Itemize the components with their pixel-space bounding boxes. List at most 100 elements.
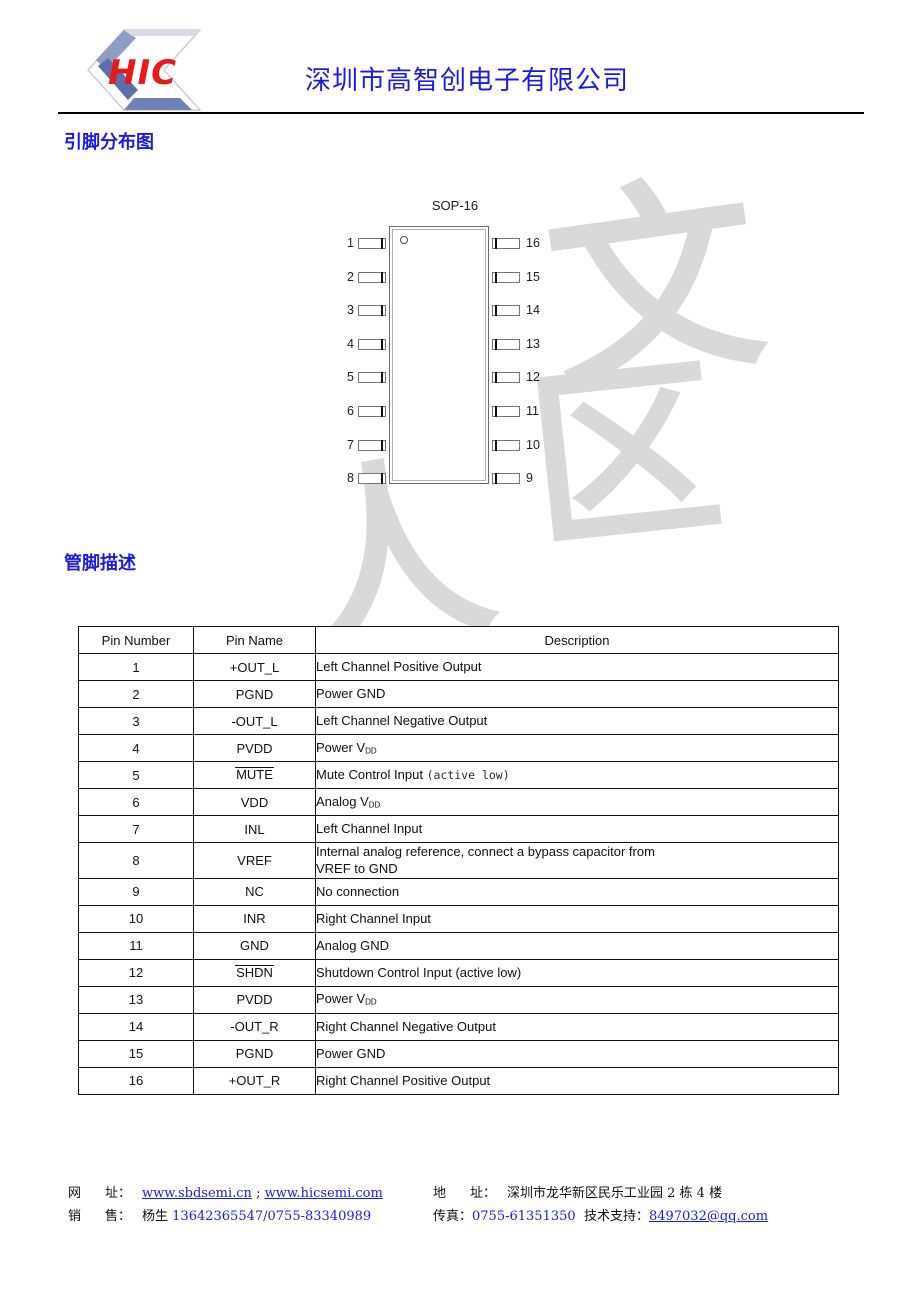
table-row: 5 MUTE Mute Control Input (active low) (78, 761, 839, 789)
website-link-sbdsemi[interactable]: www.sbdsemi.cn (142, 1186, 252, 1201)
table-row: 10 INR Right Channel Input (78, 904, 839, 933)
active-low-overline: MUTE (235, 767, 274, 783)
cell-pin-name: INR (193, 904, 316, 933)
header-divider (58, 112, 864, 114)
page-header: HIC 深圳市高智创电子有限公司 (0, 0, 920, 118)
cell-pin-name: PGND (193, 680, 316, 708)
cell-description: Left Channel Input (315, 815, 839, 843)
cell-pin-name: PVDD (193, 734, 316, 762)
pin-number-label: 6 (347, 404, 354, 418)
cell-description: Right Channel Negative Output (315, 1012, 839, 1041)
company-logo: HIC (84, 26, 206, 114)
website-separator: ; (251, 1186, 265, 1201)
package-lead-left (358, 338, 386, 350)
cell-pin-number: 4 (78, 734, 194, 762)
pin-number-label: 2 (347, 269, 354, 284)
footer-address-value: 深圳市龙华新区民乐工业园 2 栋 4 楼 (507, 1186, 723, 1201)
table-row: 13 PVDD Power Vdd (78, 985, 839, 1014)
cell-pin-number: 2 (78, 680, 194, 708)
table-row: 9 NC No connection (78, 877, 839, 906)
pin-number-label: 11 (526, 404, 539, 418)
cell-description: Shutdown Control Input (active low) (315, 958, 839, 987)
table-row: 16 +OUT_R Right Channel Positive Output (78, 1066, 839, 1095)
pin-number-label: 16 (526, 236, 540, 250)
company-name: 深圳市高智创电子有限公司 (305, 66, 630, 96)
cell-pin-name: -OUT_L (193, 707, 316, 735)
package-lead-right (492, 271, 520, 283)
table-row: 12 SHDN Shutdown Control Input (active low… (78, 958, 839, 987)
package-lead-right (492, 305, 520, 317)
package-lead-left (358, 271, 386, 283)
column-header-pin-name: Pin Name (193, 626, 316, 654)
cell-pin-name: -OUT_R (193, 1012, 316, 1041)
package-lead-right (492, 238, 520, 249)
cell-pin-number: 7 (78, 815, 194, 843)
cell-pin-name: SHDN (193, 958, 316, 987)
cell-pin-number: 16 (78, 1066, 194, 1095)
website-link-hicsemi[interactable]: www.hicsemi.com (265, 1186, 383, 1201)
footer-website-label: 网址： (68, 1186, 132, 1201)
cell-pin-name: VDD (193, 788, 316, 816)
footer-sales-group: 销售： 杨生 13642365547/0755-83340989 (68, 1205, 433, 1224)
pin-configuration-diagram: SOP-16 1 2 3 4 5 6 7 8 16 15 14 13 12 11 10 9 (330, 198, 580, 498)
footer-row-website-address: 网址： www.sbdsemi.cn ; www.hicsemi.com 地址： 深… (68, 1182, 868, 1201)
footer-address-label: 地址： (433, 1186, 497, 1201)
cell-pin-number: 8 (78, 842, 194, 879)
table-row: 8 VREF Internal analog reference, connect … (78, 842, 839, 879)
cell-description: Power GND (315, 1039, 839, 1068)
table-row: 2 PGND Power GND (78, 680, 839, 708)
cell-pin-name: VREF (193, 842, 316, 879)
pin1-marker-icon (400, 236, 408, 244)
cell-pin-number: 13 (78, 985, 194, 1014)
table-row: 6 VDD Analog Vdd (78, 788, 839, 816)
pin-number-label: 7 (347, 437, 354, 452)
pin-number-label: 5 (347, 370, 354, 385)
pin-number-label: 3 (347, 303, 354, 318)
cell-pin-name: +OUT_L (193, 653, 316, 681)
cell-pin-number: 11 (78, 931, 194, 960)
table-header: Pin Number Pin Name Description (78, 626, 839, 654)
pin-number-label: 9 (526, 471, 533, 486)
table-row: 11 GND Analog GND (78, 931, 839, 960)
column-header-pin-number: Pin Number (78, 626, 194, 654)
footer-fax-support-group: 传真：0755-61351350 技术支持：8497032@qq.com (433, 1205, 868, 1224)
footer-address-group: 地址： 深圳市龙华新区民乐工业园 2 栋 4 楼 (433, 1182, 868, 1201)
cell-pin-number: 1 (78, 653, 194, 681)
pin-number-label: 15 (526, 269, 540, 284)
cell-pin-number: 5 (78, 761, 194, 789)
cell-pin-name: PVDD (193, 985, 316, 1014)
svg-text:HIC: HIC (108, 53, 177, 93)
table-row: 14 -OUT_R Right Channel Negative Output (78, 1012, 839, 1041)
cell-pin-number: 9 (78, 877, 194, 906)
cell-pin-number: 10 (78, 904, 194, 933)
cell-pin-number: 12 (78, 958, 194, 987)
table-header-row: Pin Number Pin Name Description (78, 626, 839, 654)
footer-row-sales-fax-support: 销售： 杨生 13642365547/0755-83340989 传真：0755-… (68, 1205, 868, 1224)
section-heading-pin-description: 管脚描述 (64, 553, 136, 574)
package-lead-left (358, 372, 386, 384)
support-email-link[interactable]: 8497032@qq.com (649, 1209, 768, 1224)
pin-number-label: 12 (526, 370, 540, 385)
cell-pin-name: INL (193, 815, 316, 843)
package-lead-right (492, 338, 520, 350)
cell-description: Right Channel Input (315, 904, 839, 933)
package-lead-left (358, 238, 386, 249)
cell-pin-name: GND (193, 931, 316, 960)
cell-pin-name: MUTE (193, 761, 316, 789)
pin-number-label: 14 (526, 303, 540, 318)
package-lead-left (358, 473, 386, 485)
fax-label: 传真： (433, 1209, 473, 1224)
package-body-inner-outline (392, 229, 486, 481)
cell-description: No connection (315, 877, 839, 906)
table-row: 4 PVDD Power Vdd (78, 734, 839, 762)
sales-phone-number: 13642365547/0755-83340989 (172, 1209, 372, 1224)
cell-pin-name: +OUT_R (193, 1066, 316, 1095)
table-row: 3 -OUT_L Left Channel Negative Output (78, 707, 839, 735)
package-lead-left (358, 406, 386, 417)
sales-contact-name: 杨生 (142, 1209, 169, 1224)
hic-logo-icon: HIC (86, 29, 202, 111)
pin-number-label: 4 (347, 336, 354, 351)
pin-number-label: 1 (347, 236, 354, 250)
table-row: 15 PGND Power GND (78, 1039, 839, 1068)
cell-description: Right Channel Positive Output (315, 1066, 839, 1095)
